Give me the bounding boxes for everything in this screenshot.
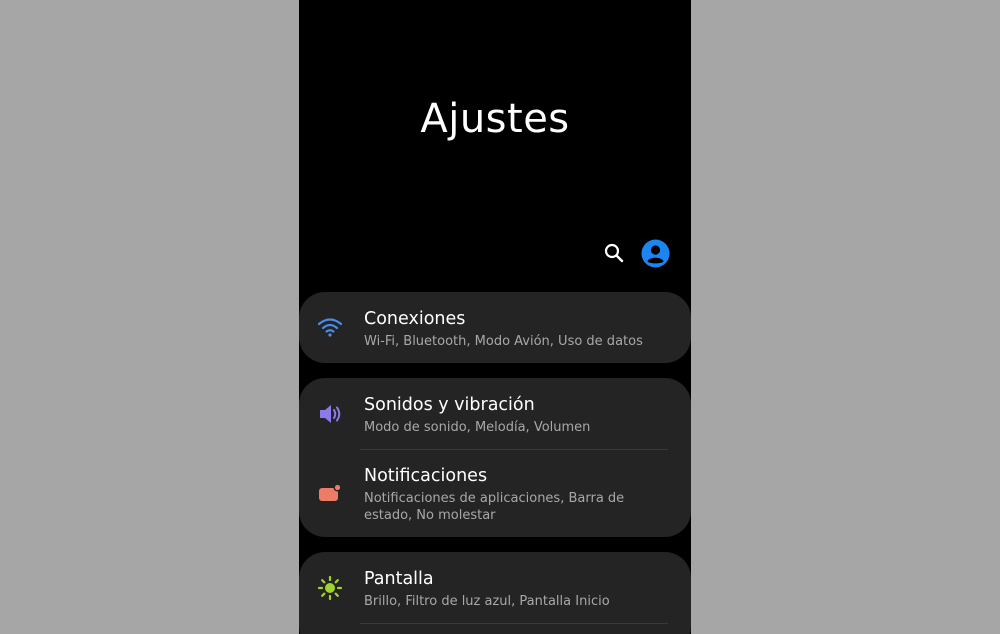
settings-item-title: Sonidos y vibración xyxy=(364,395,535,415)
page-title: Ajustes xyxy=(420,96,570,142)
background: Ajustes Conexiones Wi-Fi, Bluetooth, Mod… xyxy=(0,0,1000,634)
account-icon xyxy=(641,239,670,268)
settings-item-title: Conexiones xyxy=(364,309,466,329)
account-button[interactable] xyxy=(641,239,670,268)
settings-item-conexiones[interactable]: Conexiones Wi-Fi, Bluetooth, Modo Avión,… xyxy=(299,292,691,363)
brightness-icon xyxy=(317,575,343,601)
settings-card-connections: Conexiones Wi-Fi, Bluetooth, Modo Avión,… xyxy=(299,292,691,363)
settings-card-display: Pantalla Brillo, Filtro de luz azul, Pan… xyxy=(299,552,691,634)
settings-item-notificaciones[interactable]: Notificaciones Notificaciones de aplicac… xyxy=(299,450,691,537)
settings-item-subtitle: Notificaciones de aplicaciones, Barra de… xyxy=(364,491,625,523)
settings-item-subtitle: Wi-Fi, Bluetooth, Modo Avión, Uso de dat… xyxy=(364,334,643,349)
notification-icon xyxy=(319,483,342,501)
settings-card-sound-notifications: Sonidos y vibración Modo de sonido, Melo… xyxy=(299,378,691,537)
wifi-icon xyxy=(317,318,343,337)
divider xyxy=(360,623,668,624)
settings-item-subtitle: Modo de sonido, Melodía, Volumen xyxy=(364,420,591,435)
settings-item-subtitle: Brillo, Filtro de luz azul, Pantalla Ini… xyxy=(364,594,610,609)
settings-screen: Ajustes Conexiones Wi-Fi, Bluetooth, Mod… xyxy=(299,0,691,634)
settings-item-title: Notificaciones xyxy=(364,466,488,486)
settings-item-title: Pantalla xyxy=(364,569,434,589)
search-icon xyxy=(604,243,624,263)
settings-item-pantalla[interactable]: Pantalla Brillo, Filtro de luz azul, Pan… xyxy=(299,552,691,624)
search-button[interactable] xyxy=(602,241,626,265)
settings-item-sonidos[interactable]: Sonidos y vibración Modo de sonido, Melo… xyxy=(299,378,691,450)
volume-icon xyxy=(320,405,341,423)
